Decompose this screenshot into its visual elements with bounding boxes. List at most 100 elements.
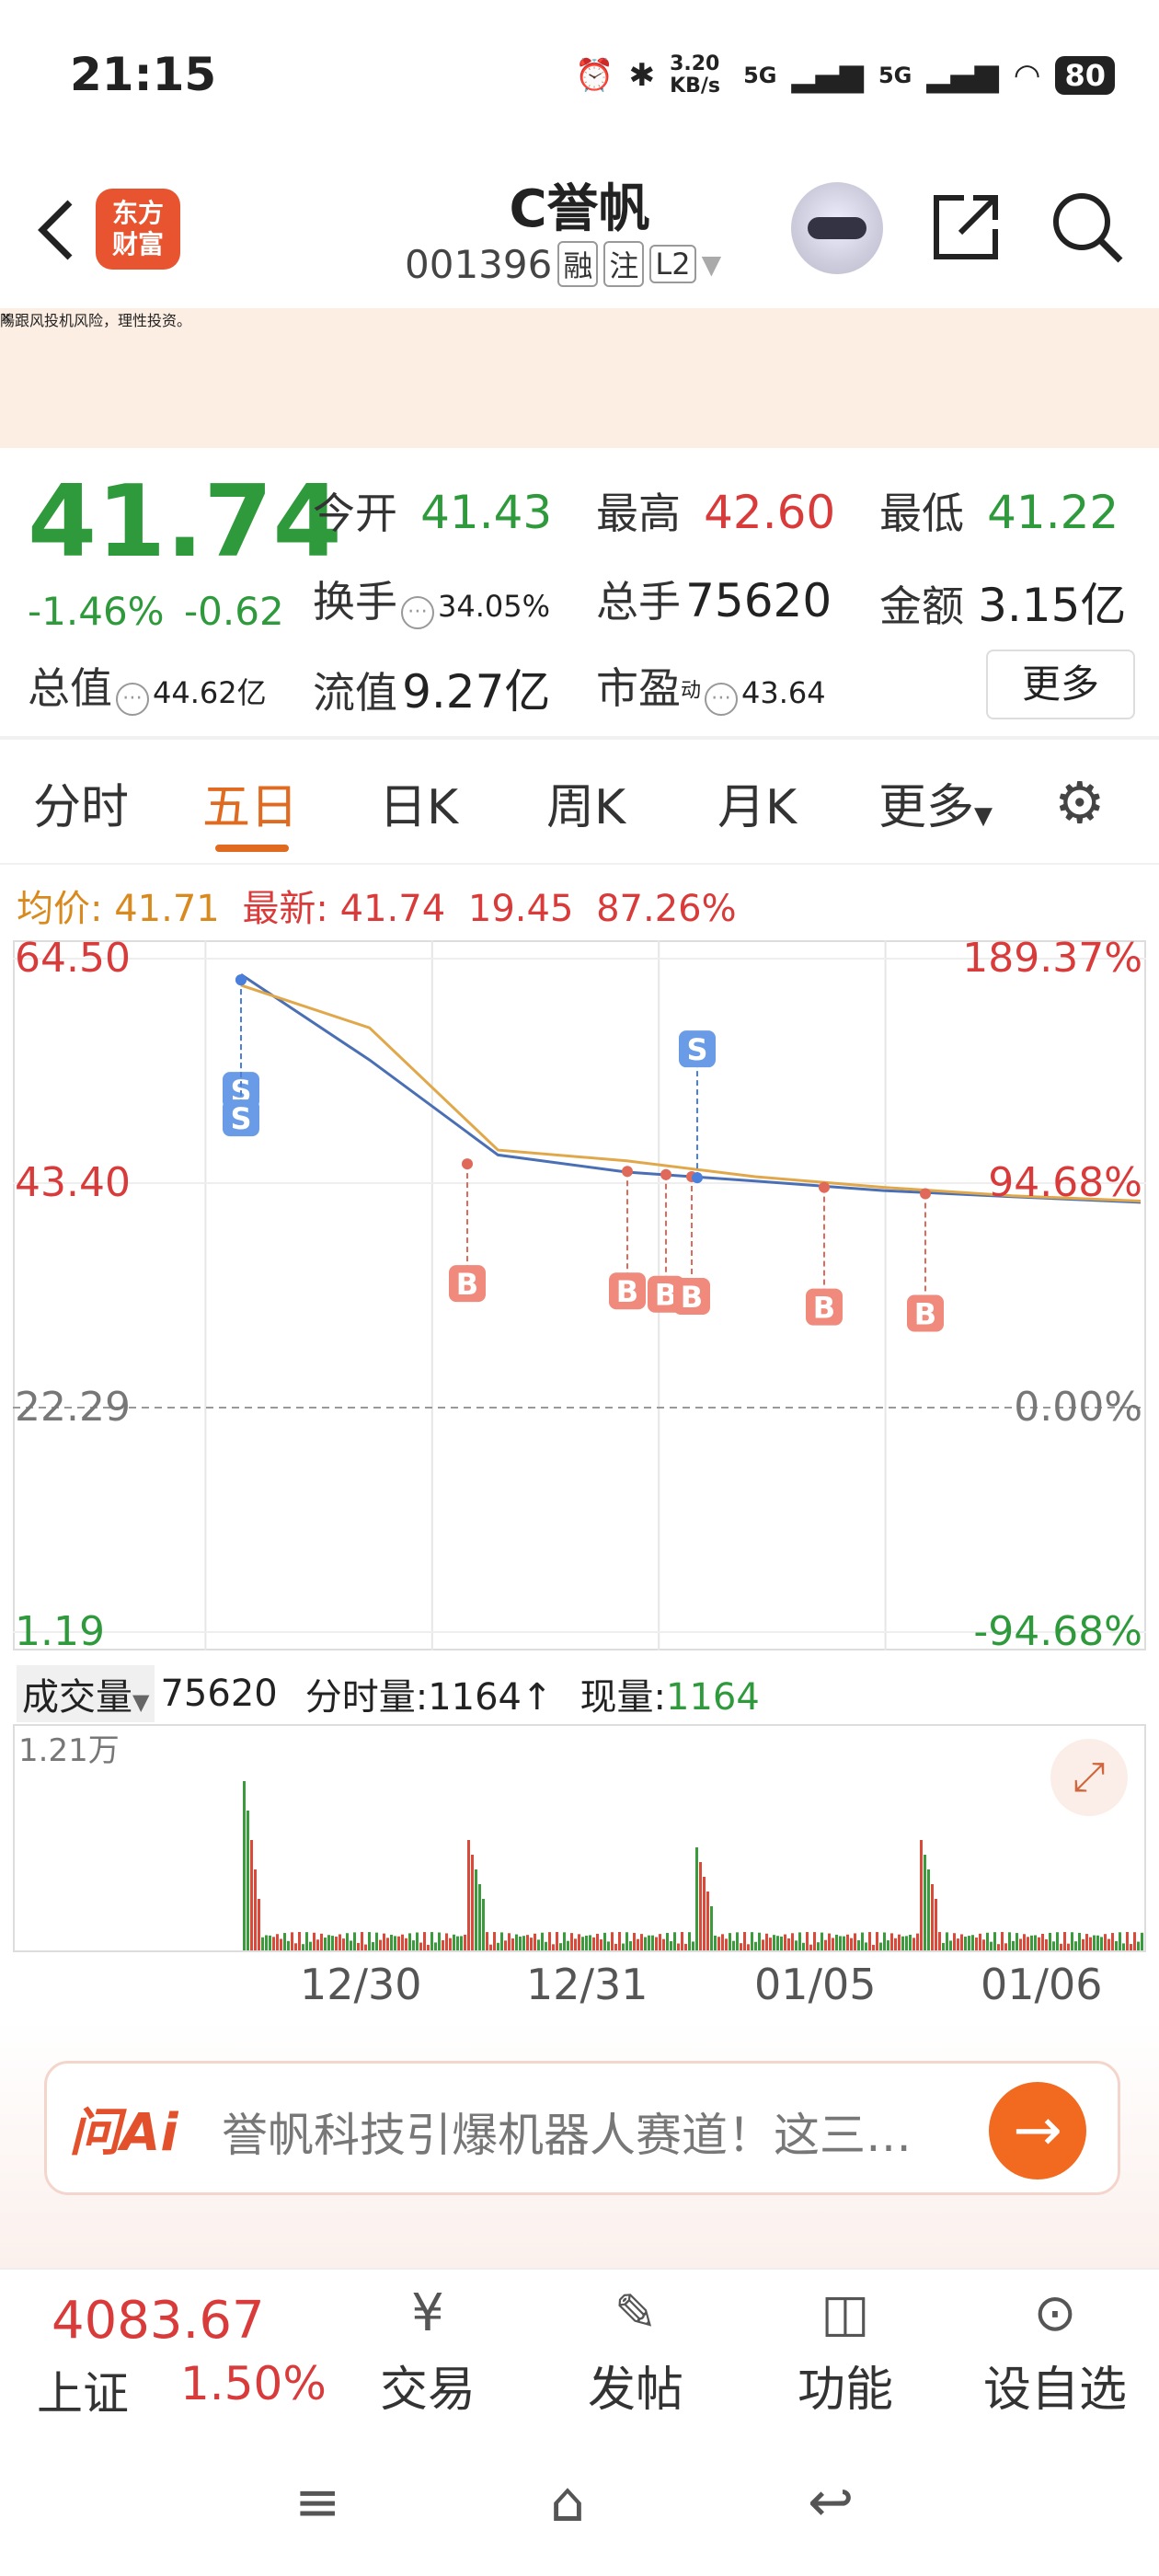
back-button[interactable] bbox=[26, 193, 90, 267]
volume-stat: 总手 75620 bbox=[596, 569, 832, 629]
volume-bar bbox=[287, 1940, 290, 1950]
volume-bar bbox=[563, 1932, 566, 1950]
trade-button[interactable]: ¥ 交易 bbox=[350, 2277, 506, 2420]
volume-bar bbox=[681, 1932, 683, 1950]
volume-bar bbox=[350, 1940, 352, 1950]
volume-selector[interactable]: 成交量▼ bbox=[17, 1665, 155, 1722]
tick-volume-text: 分时量:1164 bbox=[304, 1676, 522, 1719]
current-price: 41.74 bbox=[28, 465, 342, 580]
ai-question-bar[interactable]: 问Ai 誉帆科技引爆机器人赛道！这三… → bbox=[44, 2061, 1120, 2195]
index-value[interactable]: 4083.67 bbox=[52, 2291, 265, 2351]
tag-l2: L2 bbox=[649, 245, 696, 283]
volume-chart[interactable]: 1.21万 bbox=[13, 1724, 1146, 1954]
volume-bar bbox=[916, 1933, 919, 1950]
tab-intraday[interactable]: 分时 bbox=[33, 768, 129, 837]
volume-bar bbox=[335, 1937, 338, 1950]
volume-bar bbox=[548, 1932, 551, 1950]
volume-bar bbox=[883, 1932, 886, 1950]
high-value: 42.60 bbox=[704, 486, 836, 539]
add-watchlist-button[interactable]: ⊙ 设自选 bbox=[977, 2277, 1133, 2420]
volume-bar bbox=[596, 1933, 599, 1950]
volume-bar bbox=[843, 1936, 845, 1950]
search-icon[interactable] bbox=[1049, 189, 1126, 270]
alarm-icon: ⏰ bbox=[575, 57, 614, 94]
volume-bar bbox=[710, 1906, 713, 1950]
volume-bar bbox=[924, 1855, 926, 1950]
volume-bar bbox=[644, 1937, 647, 1950]
price-chart[interactable]: SSB B B B B BS 64.5043.4022.291.19189.37%94.6… bbox=[13, 940, 1146, 1650]
y-tick-right: 94.68% bbox=[988, 1159, 1142, 1206]
menu-icon[interactable]: ≡ bbox=[294, 2470, 340, 2535]
volume-bar bbox=[762, 1939, 764, 1950]
volume-bar bbox=[662, 1938, 665, 1950]
arrow-right-icon[interactable]: → bbox=[989, 2082, 1086, 2179]
stock-code: 001396 bbox=[405, 241, 553, 287]
stock-code-row[interactable]: 001396 融 注 L2 ▼ bbox=[405, 241, 721, 287]
volume-bar bbox=[677, 1943, 680, 1950]
volume-bar bbox=[453, 1934, 455, 1950]
current-volume-value: 1164 bbox=[666, 1676, 760, 1719]
more-button[interactable]: 更多 bbox=[986, 650, 1135, 719]
volume-bar bbox=[953, 1933, 956, 1950]
volume-bar bbox=[394, 1936, 396, 1950]
volume-bar bbox=[938, 1932, 941, 1950]
volume-bar bbox=[714, 1935, 717, 1950]
volume-bar bbox=[497, 1942, 499, 1950]
post-label: 发帖 bbox=[587, 2363, 683, 2418]
volume-bar bbox=[1045, 1938, 1048, 1950]
info-icon-2[interactable]: ⋯ bbox=[116, 682, 149, 716]
volume-bar bbox=[1023, 1934, 1026, 1950]
tab-more[interactable]: 更多▼ bbox=[878, 768, 993, 837]
volume-bar bbox=[1019, 1938, 1022, 1950]
ai-robot-icon[interactable] bbox=[791, 182, 883, 274]
volume-bar bbox=[313, 1932, 316, 1950]
close-icon[interactable]: × bbox=[0, 308, 12, 326]
volume-value: 75620 bbox=[685, 574, 832, 627]
trade-point bbox=[819, 1181, 830, 1193]
settings-gear-icon[interactable]: ⚙ bbox=[1054, 769, 1106, 836]
info-icon[interactable]: ⋯ bbox=[401, 595, 434, 629]
volume-bar bbox=[478, 1884, 481, 1950]
signal-5g-icon: 5G bbox=[743, 63, 777, 88]
risk-notice-text: 陽跟风投机风险，理性投资。 bbox=[0, 312, 192, 329]
volume-bar bbox=[383, 1933, 385, 1950]
volume-bar bbox=[721, 1934, 724, 1950]
info-icon-3[interactable]: ⋯ bbox=[705, 682, 739, 716]
mcap-label: 总值 bbox=[28, 663, 112, 713]
volume-bar bbox=[283, 1933, 286, 1950]
volume-bar bbox=[795, 1940, 798, 1950]
edit-icon: ✎ bbox=[614, 2283, 658, 2343]
turnover-stat: 换手 ⋯ 34.05% bbox=[313, 569, 550, 629]
y-tick-left: 43.40 bbox=[15, 1159, 131, 1206]
app-logo[interactable]: 东方 财富 bbox=[96, 189, 180, 270]
volume-bar bbox=[1085, 1934, 1088, 1950]
chevron-down-icon: ▼ bbox=[974, 802, 993, 830]
volume-bar bbox=[261, 1937, 264, 1950]
share-icon[interactable] bbox=[927, 189, 1004, 270]
date-tick: 01/05 bbox=[754, 1960, 877, 2009]
home-icon[interactable]: ⌂ bbox=[550, 2470, 585, 2535]
tab-five-day[interactable]: 五日 bbox=[202, 768, 298, 837]
volume-bar bbox=[258, 1899, 260, 1950]
volume-bar bbox=[570, 1933, 573, 1950]
volume-bar bbox=[250, 1840, 253, 1950]
volume-bar bbox=[364, 1944, 367, 1950]
back-nav-icon[interactable]: ↩ bbox=[808, 2470, 854, 2535]
high-stat: 最高 42.60 bbox=[596, 480, 835, 541]
tab-daily-k[interactable]: 日K bbox=[379, 768, 458, 837]
amount-label: 金额 bbox=[879, 581, 964, 631]
volume-bar bbox=[905, 1936, 908, 1950]
tag-registered: 注 bbox=[603, 241, 645, 287]
tab-weekly-k[interactable]: 周K bbox=[546, 768, 625, 837]
date-tick: 12/30 bbox=[300, 1960, 422, 2009]
post-button[interactable]: ✎ 发帖 bbox=[557, 2277, 714, 2420]
volume-bar bbox=[813, 1932, 816, 1950]
functions-button[interactable]: ◫ 功能 bbox=[767, 2277, 924, 2420]
volume-bar bbox=[773, 1935, 775, 1950]
dropdown-icon[interactable]: ▼ bbox=[702, 249, 722, 280]
expand-icon[interactable]: ⤢ bbox=[1050, 1739, 1128, 1816]
volume-bar bbox=[1067, 1943, 1070, 1950]
tab-monthly-k[interactable]: 月K bbox=[717, 768, 797, 837]
volume-bar bbox=[1038, 1937, 1040, 1950]
volume-label-text: 成交量 bbox=[22, 1676, 132, 1719]
